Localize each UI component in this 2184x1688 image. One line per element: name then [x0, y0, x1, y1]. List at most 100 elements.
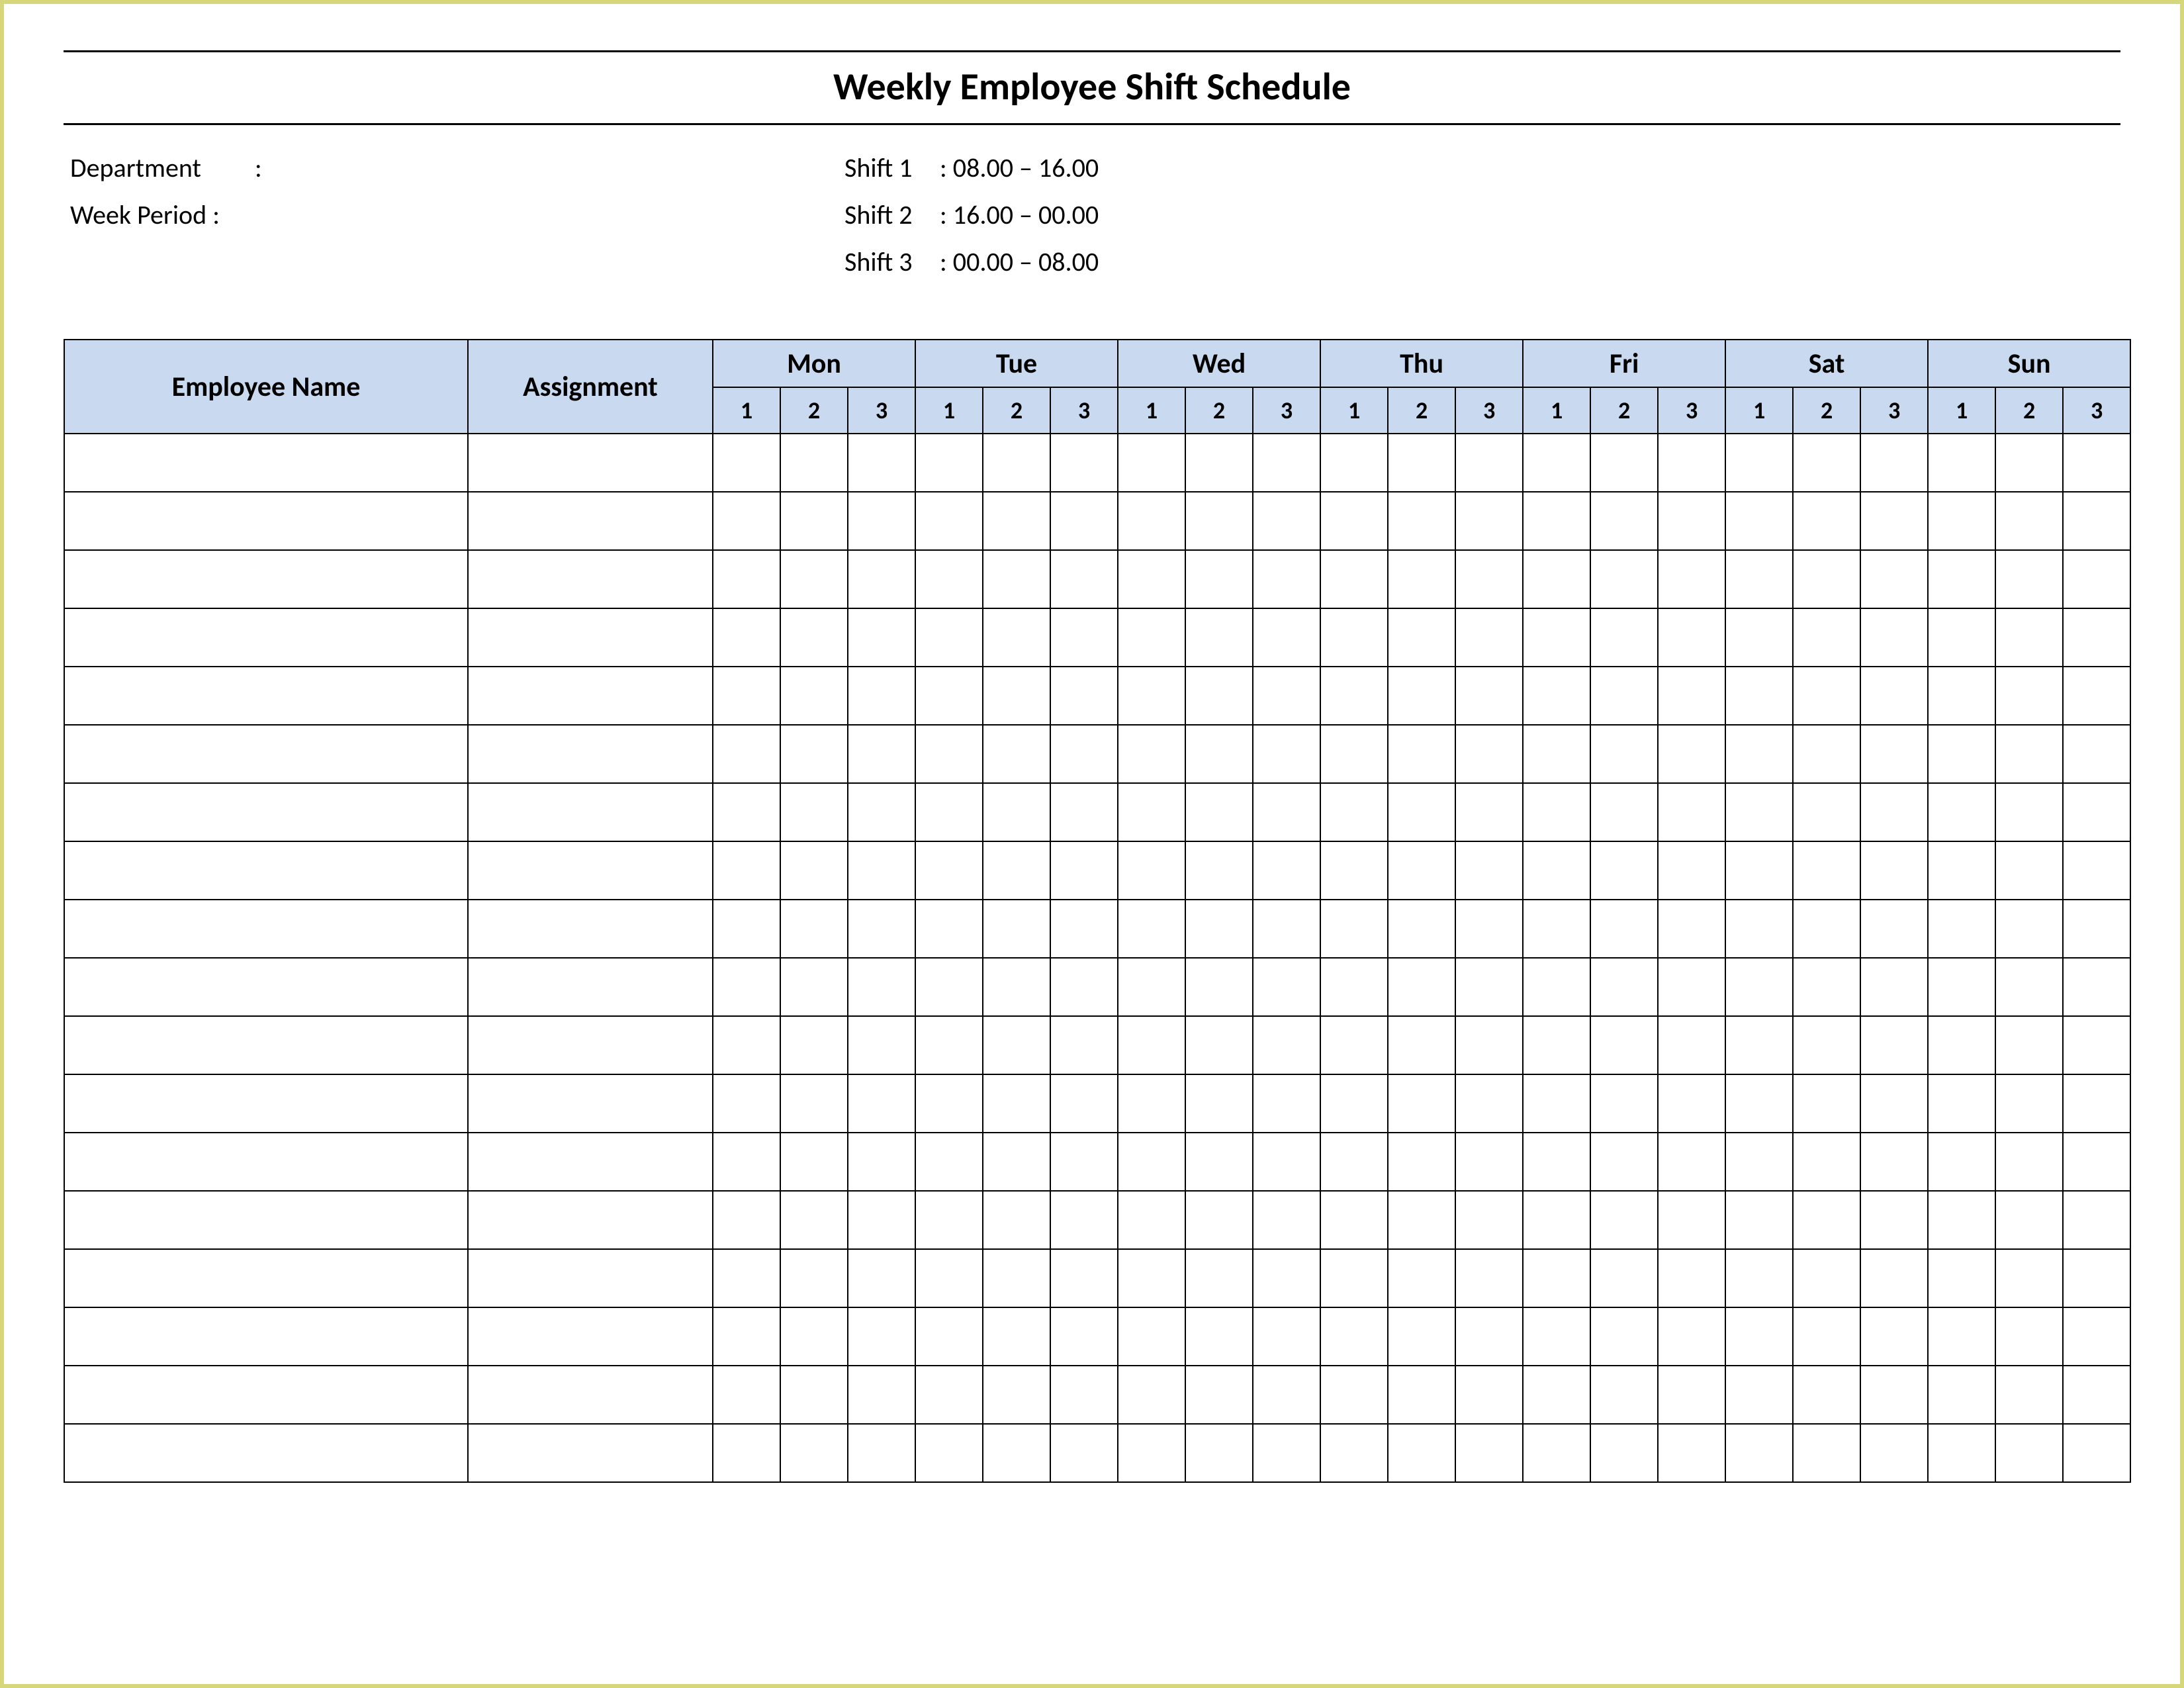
- cell-shift[interactable]: [1590, 550, 1658, 608]
- cell-shift[interactable]: [2063, 725, 2130, 783]
- cell-shift[interactable]: [848, 1366, 915, 1424]
- cell-shift[interactable]: [1118, 783, 1185, 841]
- cell-shift[interactable]: [1658, 958, 1725, 1016]
- cell-shift[interactable]: [1590, 1307, 1658, 1366]
- cell-assignment[interactable]: [468, 608, 713, 667]
- cell-shift[interactable]: [1118, 434, 1185, 492]
- cell-shift[interactable]: [1320, 900, 1388, 958]
- cell-shift[interactable]: [1590, 1016, 1658, 1074]
- cell-shift[interactable]: [1253, 1016, 1320, 1074]
- cell-shift[interactable]: [1658, 1133, 1725, 1191]
- cell-shift[interactable]: [983, 1366, 1050, 1424]
- cell-shift[interactable]: [713, 1016, 780, 1074]
- cell-shift[interactable]: [1118, 900, 1185, 958]
- cell-employee-name[interactable]: [64, 1249, 468, 1307]
- cell-shift[interactable]: [1050, 1016, 1118, 1074]
- cell-employee-name[interactable]: [64, 1016, 468, 1074]
- cell-shift[interactable]: [1928, 1191, 1995, 1249]
- cell-shift[interactable]: [1860, 1366, 1928, 1424]
- cell-shift[interactable]: [1253, 783, 1320, 841]
- cell-shift[interactable]: [780, 725, 848, 783]
- cell-assignment[interactable]: [468, 1249, 713, 1307]
- cell-shift[interactable]: [1185, 958, 1253, 1016]
- cell-employee-name[interactable]: [64, 608, 468, 667]
- cell-shift[interactable]: [1388, 725, 1455, 783]
- cell-shift[interactable]: [1725, 783, 1793, 841]
- cell-shift[interactable]: [983, 1133, 1050, 1191]
- cell-shift[interactable]: [848, 434, 915, 492]
- cell-shift[interactable]: [848, 550, 915, 608]
- cell-shift[interactable]: [1658, 900, 1725, 958]
- cell-shift[interactable]: [1455, 434, 1523, 492]
- cell-shift[interactable]: [1928, 1133, 1995, 1191]
- cell-shift[interactable]: [1658, 725, 1725, 783]
- cell-assignment[interactable]: [468, 1074, 713, 1133]
- cell-shift[interactable]: [1725, 434, 1793, 492]
- cell-shift[interactable]: [1388, 1074, 1455, 1133]
- cell-shift[interactable]: [780, 1016, 848, 1074]
- cell-shift[interactable]: [983, 608, 1050, 667]
- cell-shift[interactable]: [1185, 1424, 1253, 1482]
- cell-shift[interactable]: [1928, 434, 1995, 492]
- cell-shift[interactable]: [1928, 1249, 1995, 1307]
- cell-shift[interactable]: [1793, 667, 1860, 725]
- cell-shift[interactable]: [1725, 900, 1793, 958]
- cell-shift[interactable]: [1388, 900, 1455, 958]
- cell-shift[interactable]: [1050, 667, 1118, 725]
- cell-shift[interactable]: [2063, 1307, 2130, 1366]
- cell-shift[interactable]: [2063, 550, 2130, 608]
- cell-shift[interactable]: [1050, 783, 1118, 841]
- cell-shift[interactable]: [1725, 1074, 1793, 1133]
- cell-shift[interactable]: [1050, 434, 1118, 492]
- cell-shift[interactable]: [848, 1074, 915, 1133]
- cell-shift[interactable]: [1320, 1191, 1388, 1249]
- cell-shift[interactable]: [1320, 608, 1388, 667]
- cell-shift[interactable]: [2063, 958, 2130, 1016]
- cell-shift[interactable]: [1725, 550, 1793, 608]
- cell-shift[interactable]: [1793, 1366, 1860, 1424]
- cell-shift[interactable]: [1793, 608, 1860, 667]
- cell-shift[interactable]: [1658, 550, 1725, 608]
- cell-shift[interactable]: [713, 1307, 780, 1366]
- cell-shift[interactable]: [1388, 550, 1455, 608]
- cell-shift[interactable]: [1590, 783, 1658, 841]
- cell-shift[interactable]: [915, 608, 983, 667]
- cell-shift[interactable]: [1658, 1074, 1725, 1133]
- cell-shift[interactable]: [848, 725, 915, 783]
- cell-shift[interactable]: [1793, 1016, 1860, 1074]
- cell-shift[interactable]: [1725, 1307, 1793, 1366]
- cell-shift[interactable]: [1253, 1366, 1320, 1424]
- cell-shift[interactable]: [1995, 608, 2063, 667]
- cell-shift[interactable]: [1658, 434, 1725, 492]
- cell-shift[interactable]: [780, 492, 848, 550]
- cell-shift[interactable]: [2063, 434, 2130, 492]
- cell-shift[interactable]: [1118, 1249, 1185, 1307]
- cell-shift[interactable]: [780, 783, 848, 841]
- cell-shift[interactable]: [1793, 1133, 1860, 1191]
- cell-shift[interactable]: [2063, 608, 2130, 667]
- cell-shift[interactable]: [1860, 1016, 1928, 1074]
- cell-shift[interactable]: [1253, 1191, 1320, 1249]
- cell-shift[interactable]: [713, 434, 780, 492]
- cell-shift[interactable]: [1523, 667, 1590, 725]
- cell-employee-name[interactable]: [64, 1133, 468, 1191]
- cell-shift[interactable]: [983, 550, 1050, 608]
- cell-shift[interactable]: [1253, 841, 1320, 900]
- cell-shift[interactable]: [1523, 1366, 1590, 1424]
- cell-shift[interactable]: [1523, 1424, 1590, 1482]
- cell-shift[interactable]: [1590, 1074, 1658, 1133]
- cell-shift[interactable]: [1995, 1307, 2063, 1366]
- cell-shift[interactable]: [848, 958, 915, 1016]
- cell-shift[interactable]: [1658, 1307, 1725, 1366]
- cell-shift[interactable]: [848, 492, 915, 550]
- cell-shift[interactable]: [1590, 958, 1658, 1016]
- cell-shift[interactable]: [1658, 783, 1725, 841]
- cell-assignment[interactable]: [468, 1366, 713, 1424]
- cell-shift[interactable]: [1725, 841, 1793, 900]
- cell-shift[interactable]: [1793, 725, 1860, 783]
- cell-shift[interactable]: [848, 1016, 915, 1074]
- cell-shift[interactable]: [1455, 1016, 1523, 1074]
- cell-shift[interactable]: [1860, 958, 1928, 1016]
- cell-shift[interactable]: [1388, 1424, 1455, 1482]
- cell-shift[interactable]: [1793, 783, 1860, 841]
